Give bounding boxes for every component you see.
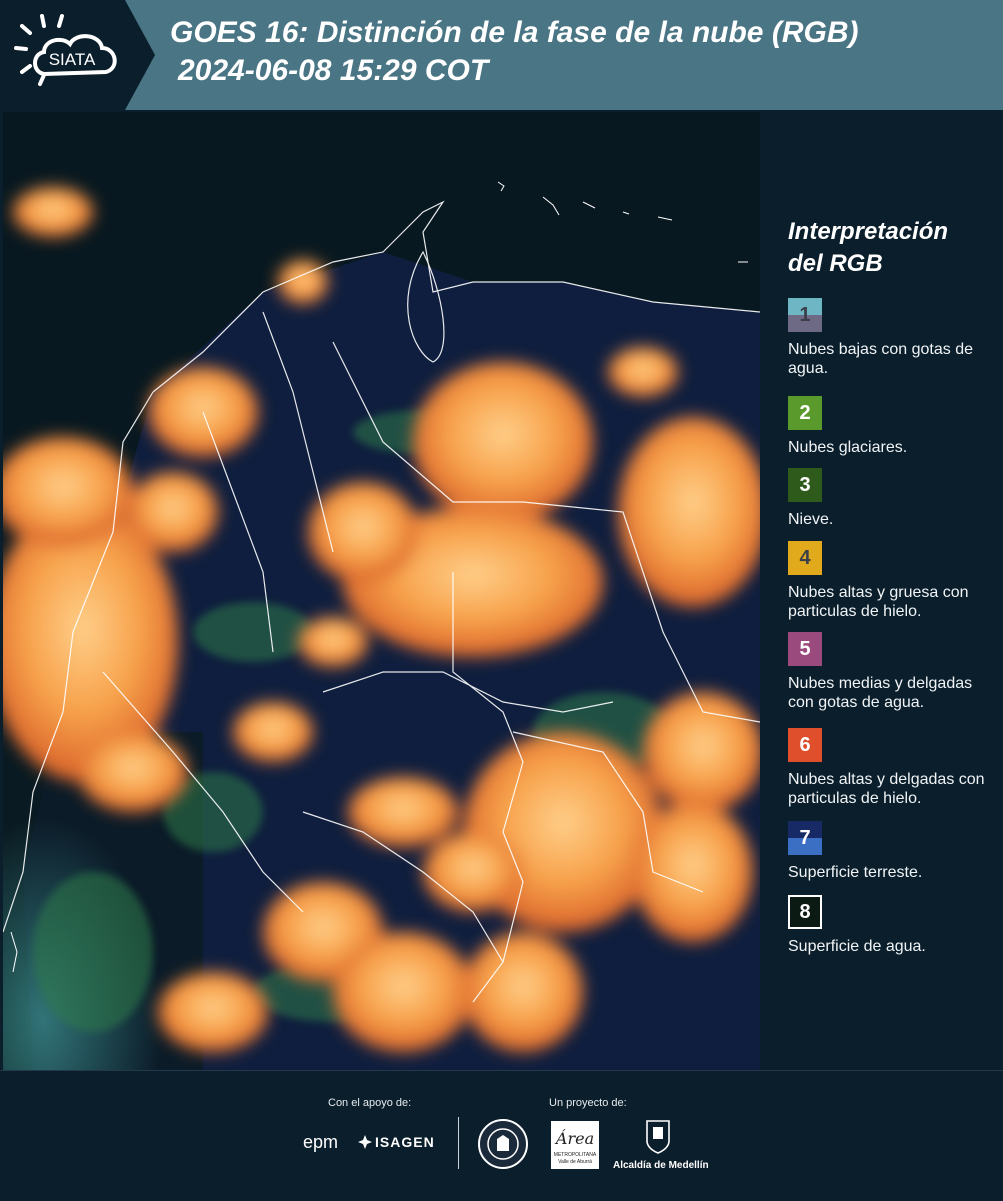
legend-number: 6 <box>799 734 811 756</box>
gobernacion-seal-icon <box>478 1119 528 1169</box>
isagen-logo: ISAGEN <box>375 1134 435 1150</box>
footer-divider <box>458 1117 459 1169</box>
alcaldia-shield-icon <box>645 1119 671 1155</box>
legend-number: 8 <box>799 901 811 923</box>
legend-label: Superficie terreste. <box>788 864 923 881</box>
legend-swatch: 1 <box>788 298 822 332</box>
satellite-image <box>3 112 760 1070</box>
legend-label: Nubes bajas con gotas de agua. <box>788 341 974 377</box>
legend-title-line-1: Interpretación <box>788 218 949 245</box>
legend-title-line-2: del RGB <box>788 250 883 277</box>
legend-number: 4 <box>799 547 811 569</box>
legend-swatch: 2 <box>788 396 822 430</box>
legend-item: 5 Nubes medias y delgadas con gotas de ag… <box>788 632 993 712</box>
area-metropolitana-logo: Área METROPOLITANA Valle de Aburrá <box>551 1121 599 1169</box>
siata-logo-text: SIATA <box>49 50 96 69</box>
legend-item: 6 Nubes altas y delgadas con particulas d… <box>788 728 993 808</box>
legend-label: Nubes altas y delgadas con particulas de… <box>788 771 985 807</box>
legend-number: 2 <box>799 402 811 424</box>
epm-logo: epm <box>303 1132 339 1152</box>
legend-swatch: 7 <box>788 821 822 855</box>
support-label: Con el apoyo de: <box>328 1097 412 1109</box>
header-bar: SIATA GOES 16: Distinción de la fase de … <box>0 0 1003 110</box>
siata-logo-block: SIATA <box>0 0 155 110</box>
isagen-icon <box>358 1135 372 1149</box>
legend-number: 3 <box>799 474 811 496</box>
page-title: GOES 16: Distinción de la fase de la nub… <box>170 14 858 90</box>
legend-item: 2 Nubes glaciares. <box>788 396 993 457</box>
legend-label: Nubes medias y delgadas con gotas de agu… <box>788 675 973 711</box>
legend-label: Superficie de agua. <box>788 938 926 955</box>
legend-swatch: 3 <box>788 468 822 502</box>
legend-swatch: 4 <box>788 541 822 575</box>
legend-swatch: 5 <box>788 632 822 666</box>
project-label: Un proyecto de: <box>549 1097 627 1109</box>
area-logo-sub2: Valle de Aburrá <box>558 1159 592 1165</box>
legend-title: Interpretación del RGB <box>788 216 948 280</box>
area-logo-sub: METROPOLITANA <box>553 1152 597 1158</box>
area-logo-text: Área <box>555 1129 595 1148</box>
legend-number: 7 <box>799 827 811 849</box>
legend-item: 4 Nubes altas y gruesa con particulas de … <box>788 541 993 621</box>
legend-swatch: 8 <box>788 895 822 929</box>
legend-item: 1 Nubes bajas con gotas de agua. <box>788 298 993 378</box>
legend-label: Nubes glaciares. <box>788 439 908 456</box>
footer: Con el apoyo de: Un proyecto de: epm ISA… <box>0 1070 1003 1201</box>
legend-number: 1 <box>799 304 811 326</box>
legend-swatch: 6 <box>788 728 822 762</box>
legend-item: 7 Superficie terreste. <box>788 821 993 882</box>
siata-logo-icon: SIATA <box>14 14 117 86</box>
legend-number: 5 <box>799 638 811 660</box>
legend-item: 3 Nieve. <box>788 468 993 529</box>
title-line-2: 2024-06-08 15:29 COT <box>178 54 489 87</box>
alcaldia-label: Alcaldía de Medellín <box>613 1160 709 1171</box>
legend-label: Nubes altas y gruesa con particulas de h… <box>788 584 969 620</box>
legend-label: Nieve. <box>788 511 834 528</box>
legend-item: 8 Superficie de agua. <box>788 895 993 956</box>
title-line-1: GOES 16: Distinción de la fase de la nub… <box>170 16 859 49</box>
